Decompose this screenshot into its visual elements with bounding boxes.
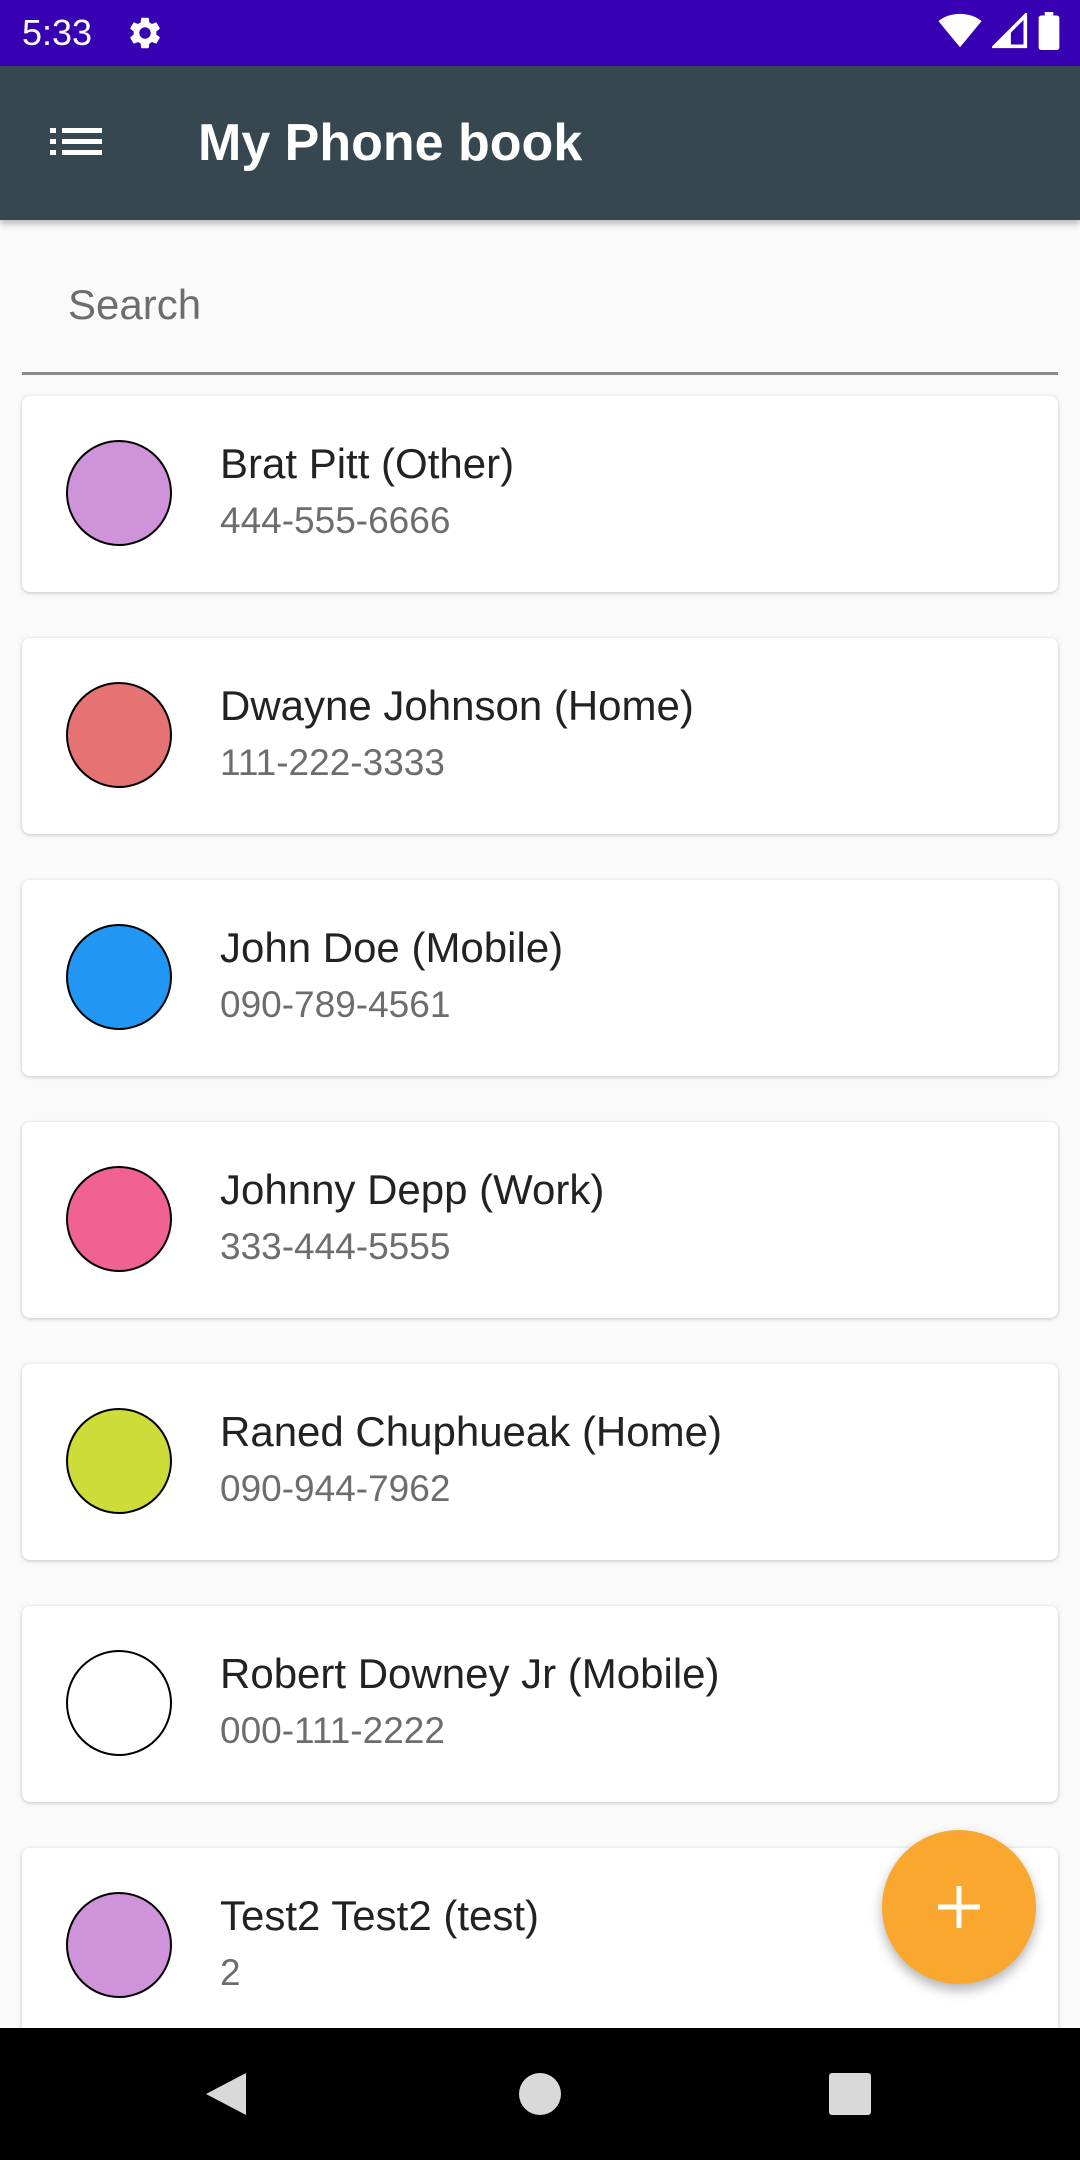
contact-card[interactable]: Brat Pitt (Other) 444-555-6666 (22, 396, 1058, 592)
contact-name: John Doe (Mobile) (220, 924, 564, 971)
contact-name: Test2 Test2 (test) (220, 1892, 540, 1939)
avatar (66, 924, 172, 1030)
plus-icon (938, 1886, 980, 1928)
contact-name: Dwayne Johnson (Home) (220, 682, 694, 729)
contact-card[interactable]: Johnny Depp (Work) 333-444-5555 (22, 1122, 1058, 1318)
contact-card[interactable]: John Doe (Mobile) 090-789-4561 (22, 880, 1058, 1076)
contact-name: Robert Downey Jr (Mobile) (220, 1650, 720, 1697)
app-bar: My Phone book (0, 66, 1080, 220)
wifi-icon (938, 13, 982, 54)
contact-name: Raned Chuphueak (Home) (220, 1408, 722, 1455)
contact-card[interactable]: Raned Chuphueak (Home) 090-944-7962 (22, 1364, 1058, 1560)
back-button[interactable] (146, 2028, 306, 2160)
search-field (22, 240, 1058, 375)
contact-phone: 333-444-5555 (220, 1226, 451, 1267)
list-menu-icon[interactable] (50, 122, 104, 162)
recents-button[interactable] (770, 2028, 930, 2160)
avatar (66, 682, 172, 788)
back-icon (206, 2073, 246, 2115)
status-icons (938, 10, 1060, 55)
recents-icon (829, 2073, 871, 2115)
status-time: 5:33 (22, 12, 93, 53)
contact-phone: 090-944-7962 (220, 1468, 451, 1509)
page-title: My Phone book (198, 114, 583, 172)
signal-icon (990, 10, 1028, 54)
contact-phone: 2 (220, 1952, 241, 1993)
avatar (66, 1166, 172, 1272)
add-contact-button[interactable] (882, 1830, 1036, 1984)
gear-icon (126, 14, 164, 52)
status-bar: 5:33 (0, 0, 1080, 66)
search-input[interactable] (66, 274, 1030, 336)
contact-card[interactable]: Robert Downey Jr (Mobile) 000-111-2222 (22, 1606, 1058, 1802)
avatar (66, 1892, 172, 1998)
avatar (66, 1408, 172, 1514)
contact-phone: 000-111-2222 (220, 1710, 445, 1751)
contact-phone: 444-555-6666 (220, 500, 451, 541)
contact-name: Johnny Depp (Work) (220, 1166, 605, 1213)
contact-phone: 090-789-4561 (220, 984, 451, 1025)
avatar (66, 1650, 172, 1756)
battery-icon (1038, 11, 1060, 55)
home-icon (519, 2073, 561, 2115)
contact-card[interactable]: Dwayne Johnson (Home) 111-222-3333 (22, 638, 1058, 834)
system-nav-bar (0, 2028, 1080, 2160)
contact-name: Brat Pitt (Other) (220, 440, 515, 487)
avatar (66, 440, 172, 546)
contact-phone: 111-222-3333 (220, 742, 445, 783)
home-button[interactable] (460, 2028, 620, 2160)
